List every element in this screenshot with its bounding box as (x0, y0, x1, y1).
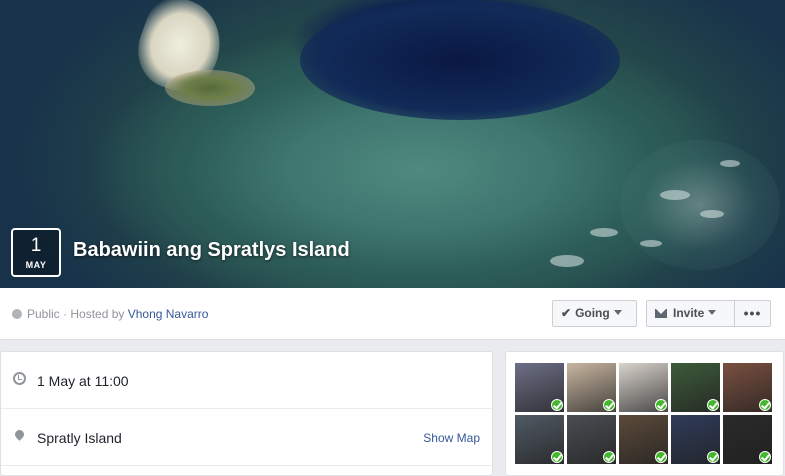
event-time-row: 1 May at 11:00 (1, 352, 492, 409)
going-check-icon (707, 399, 719, 411)
guest-avatar-3[interactable] (619, 363, 668, 412)
going-check-icon (551, 451, 563, 463)
invite-label: Invite (673, 306, 705, 320)
envelope-icon (655, 309, 667, 318)
guest-avatars-card (505, 351, 784, 476)
event-date-day: 1 (30, 235, 42, 256)
event-date-badge: 1 MAY (11, 228, 61, 277)
going-check-icon (707, 451, 719, 463)
event-title: Babawiin ang Spratlys Island (73, 239, 350, 261)
caret-down-icon (613, 310, 622, 315)
going-check-icon (551, 399, 563, 411)
guest-avatar-9[interactable] (671, 415, 720, 464)
globe-icon (12, 309, 22, 319)
cover-reef (620, 140, 780, 270)
host-name-link[interactable]: Vhong Navarro (128, 307, 209, 321)
event-time: 1 May at 11:00 (37, 373, 129, 389)
event-location[interactable]: Spratly Island (37, 430, 122, 446)
cover-foam (590, 228, 618, 237)
event-location-row: Spratly Island Show Map (1, 409, 492, 466)
show-map-link[interactable]: Show Map (423, 431, 480, 445)
cover-foam (660, 190, 690, 200)
going-check-icon (655, 451, 667, 463)
event-date-month: MAY (25, 260, 47, 270)
going-check-icon (759, 399, 771, 411)
guest-avatar-7[interactable] (567, 415, 616, 464)
going-check-icon (603, 399, 615, 411)
cover-foam (700, 210, 724, 218)
check-icon: ✔ (561, 306, 572, 320)
guest-avatar-4[interactable] (671, 363, 720, 412)
more-icon: ••• (743, 305, 762, 321)
cover-foam (640, 240, 662, 247)
guest-avatar-2[interactable] (567, 363, 616, 412)
guest-avatar-1[interactable] (515, 363, 564, 412)
cover-lagoon (300, 0, 620, 120)
location-pin-icon (13, 428, 26, 441)
more-options-button[interactable]: ••• (734, 300, 771, 327)
cover-foam (720, 160, 740, 167)
going-check-icon (759, 451, 771, 463)
guest-avatar-10[interactable] (723, 415, 772, 464)
guest-avatar-6[interactable] (515, 415, 564, 464)
clock-icon (13, 372, 26, 385)
invite-button[interactable]: Invite (646, 300, 735, 327)
guest-avatar-8[interactable] (619, 415, 668, 464)
going-label: Going (575, 306, 610, 320)
cover-island-vegetation (165, 70, 255, 106)
going-check-icon (603, 451, 615, 463)
going-button[interactable]: ✔ Going (552, 300, 637, 327)
event-details-card: 1 May at 11:00 Spratly Island Show Map (0, 351, 493, 476)
privacy-text: Public · Hosted by (27, 307, 128, 321)
cover-foam (550, 255, 584, 267)
guest-avatar-5[interactable] (723, 363, 772, 412)
going-check-icon (655, 399, 667, 411)
caret-down-icon (708, 310, 717, 315)
host-info: Public · Hosted by Vhong Navarro (12, 307, 208, 321)
